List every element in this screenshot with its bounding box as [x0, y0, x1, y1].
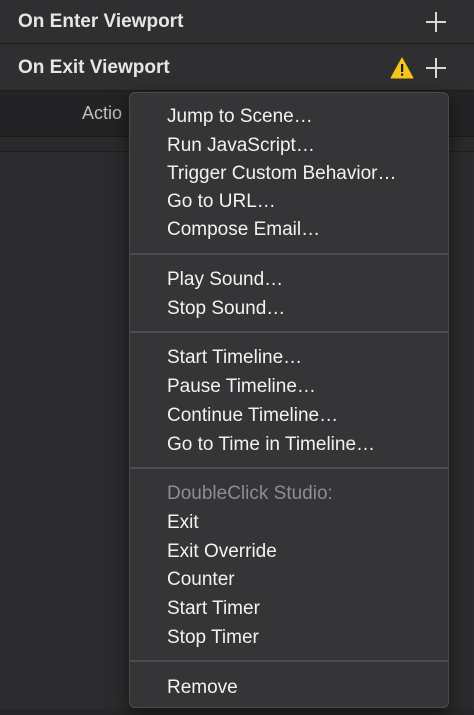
menu-item-continue-timeline[interactable]: Continue Timeline… — [167, 404, 338, 428]
on-exit-viewport-row[interactable]: On Exit Viewport — [0, 45, 474, 91]
add-exit-action-plus-icon[interactable] — [426, 57, 446, 78]
menu-item-stop-sound[interactable]: Stop Sound… — [167, 297, 285, 321]
menu-item-start-timer[interactable]: Start Timer — [167, 597, 260, 621]
actions-panel: On Enter Viewport On Exit Viewport Actio… — [0, 0, 474, 715]
menu-item-start-timeline[interactable]: Start Timeline… — [167, 346, 302, 370]
menu-item-compose-email[interactable]: Compose Email… — [167, 218, 320, 242]
action-dropdown-menu: Jump to Scene… Run JavaScript… Trigger C… — [129, 92, 449, 708]
menu-separator — [130, 253, 448, 255]
menu-item-go-to-time-in-timeline[interactable]: Go to Time in Timeline… — [167, 433, 375, 457]
menu-item-run-javascript[interactable]: Run JavaScript… — [167, 134, 315, 158]
on-enter-viewport-row[interactable]: On Enter Viewport — [0, 0, 474, 44]
menu-separator — [130, 331, 448, 333]
warning-icon — [390, 57, 414, 78]
menu-item-go-to-url[interactable]: Go to URL… — [167, 190, 276, 214]
action-subheader-label: Actio — [82, 103, 123, 123]
menu-section-header-doubleclick-studio: DoubleClick Studio: — [167, 483, 333, 504]
menu-item-play-sound[interactable]: Play Sound… — [167, 268, 283, 292]
menu-item-exit-override[interactable]: Exit Override — [167, 540, 277, 564]
menu-item-jump-to-scene[interactable]: Jump to Scene… — [167, 105, 313, 129]
menu-item-remove[interactable]: Remove — [167, 676, 238, 700]
panel-bottom-edge — [0, 709, 474, 715]
menu-item-exit[interactable]: Exit — [167, 511, 199, 535]
menu-item-counter[interactable]: Counter — [167, 568, 235, 592]
menu-item-trigger-custom-behavior[interactable]: Trigger Custom Behavior… — [167, 162, 396, 186]
menu-separator — [130, 660, 448, 662]
menu-separator — [130, 467, 448, 469]
menu-item-pause-timeline[interactable]: Pause Timeline… — [167, 375, 316, 399]
on-enter-viewport-label: On Enter Viewport — [18, 10, 184, 32]
add-enter-action-plus-icon[interactable] — [426, 11, 446, 32]
menu-item-stop-timer[interactable]: Stop Timer — [167, 626, 259, 650]
